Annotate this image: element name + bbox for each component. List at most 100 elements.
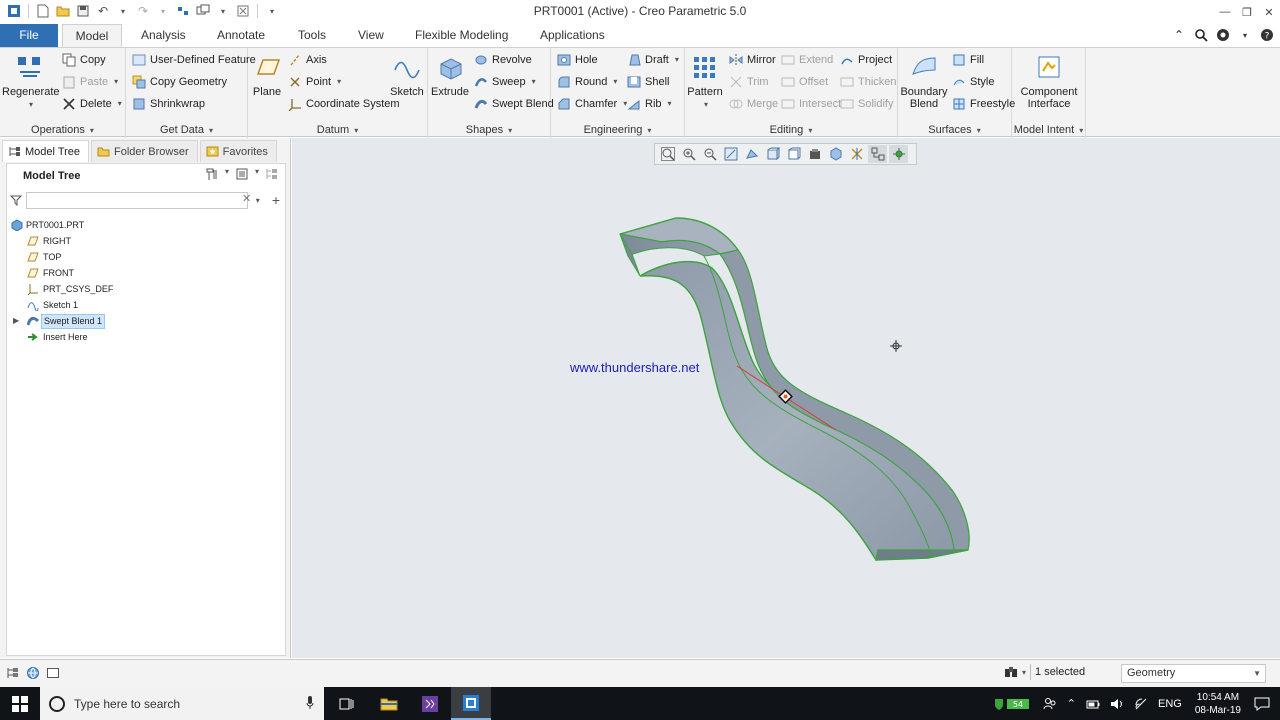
regenerate-button[interactable]: Regenerate ▾ — [2, 52, 60, 110]
tab-view[interactable]: View — [348, 24, 394, 47]
group-label-surfaces[interactable]: Surfaces ▾ — [898, 124, 1011, 136]
paste-button[interactable]: Paste ▾ — [62, 72, 118, 92]
tree-search-input[interactable] — [25, 191, 248, 209]
hole-button[interactable]: Hole — [557, 50, 598, 70]
boundary-blend-button[interactable]: Boundary Blend — [898, 52, 950, 110]
trim-button[interactable]: Trim — [729, 72, 769, 92]
filter-dropdown-icon[interactable]: ▾ — [256, 196, 260, 205]
swept-blend-model[interactable] — [292, 138, 1280, 658]
graphics-window[interactable]: www.thundershare.net — [292, 138, 1280, 658]
delete-dropdown-icon[interactable]: ▾ — [118, 94, 122, 114]
tree-settings-dropdown-icon[interactable]: ▾ — [225, 167, 229, 184]
security-icon[interactable]: 54 — [993, 697, 1033, 711]
mirror-button[interactable]: Mirror — [729, 50, 776, 70]
help-center-icon[interactable] — [1214, 27, 1232, 43]
help-icon[interactable]: ? — [1258, 27, 1276, 43]
component-interface-button[interactable]: Component Interface — [1014, 52, 1084, 110]
draft-button[interactable]: Draft ▾ — [627, 50, 679, 70]
point-button[interactable]: Point ▾ — [288, 72, 341, 92]
extend-button[interactable]: Extend — [781, 50, 833, 70]
find-icon[interactable] — [1004, 665, 1018, 679]
start-button[interactable] — [0, 687, 40, 720]
restore-icon[interactable]: ❐ — [1236, 0, 1258, 24]
thicken-button[interactable]: Thicken — [840, 72, 897, 92]
style-button[interactable]: Style — [952, 72, 994, 92]
language-indicator[interactable]: ENG — [1158, 698, 1182, 710]
regenerate-dropdown-icon[interactable]: ▾ — [29, 100, 33, 109]
selected-count[interactable]: 1 selected — [1035, 666, 1085, 678]
sweep-dropdown-icon[interactable]: ▾ — [532, 72, 536, 92]
tab-applications[interactable]: Applications — [530, 24, 615, 47]
solidify-button[interactable]: Solidify — [840, 94, 893, 114]
people-icon[interactable] — [1043, 697, 1057, 711]
tree-item[interactable]: PRT0001.PRT — [7, 217, 285, 233]
offset-button[interactable]: Offset — [781, 72, 828, 92]
tree-item[interactable]: Insert Here — [7, 329, 285, 345]
file-explorer-button[interactable] — [369, 687, 409, 720]
task-view-button[interactable] — [327, 687, 367, 720]
selection-dropdown-icon[interactable]: ▾ — [1022, 668, 1026, 677]
help-dropdown-icon[interactable]: ▾ — [1236, 27, 1254, 43]
merge-button[interactable]: Merge — [729, 94, 778, 114]
expand-icon[interactable]: ▶ — [13, 313, 19, 329]
tab-annotate[interactable]: Annotate — [207, 24, 275, 47]
round-dropdown-icon[interactable]: ▾ — [613, 72, 617, 92]
tab-favorites[interactable]: Favorites — [199, 140, 277, 162]
tray-chevron-up-icon[interactable]: ⌃ — [1067, 697, 1076, 710]
group-label-datum[interactable]: Datum ▾ — [248, 124, 427, 136]
show-dropdown-icon[interactable]: ▾ — [255, 167, 259, 184]
shell-button[interactable]: Shell — [627, 72, 669, 92]
browser-icon[interactable] — [26, 666, 40, 680]
tab-model[interactable]: Model — [62, 24, 122, 47]
search-icon[interactable] — [1192, 27, 1210, 43]
paste-dropdown-icon[interactable]: ▾ — [114, 72, 118, 92]
point-dropdown-icon[interactable]: ▾ — [337, 72, 341, 92]
toggle-navigator-icon[interactable] — [6, 666, 20, 680]
tab-tools[interactable]: Tools — [288, 24, 336, 47]
fill-button[interactable]: Fill — [952, 50, 984, 70]
group-label-get-data[interactable]: Get Data ▾ — [126, 124, 247, 136]
selection-filter-select[interactable]: Geometry ▼ — [1121, 664, 1266, 683]
group-label-model-intent[interactable]: Model Intent ▾ — [1012, 124, 1085, 136]
tree-item[interactable]: Sketch 1 — [7, 297, 285, 313]
battery-icon[interactable] — [1086, 698, 1100, 710]
tree-item[interactable]: TOP — [7, 249, 285, 265]
intersect-button[interactable]: Intersect — [781, 94, 841, 114]
add-filter-icon[interactable]: + — [272, 192, 280, 208]
rib-dropdown-icon[interactable]: ▾ — [668, 94, 672, 114]
delete-button[interactable]: Delete ▾ — [62, 94, 122, 114]
copy-button[interactable]: Copy — [62, 50, 106, 70]
sweep-button[interactable]: Sweep ▾ — [474, 72, 536, 92]
axis-button[interactable]: Axis — [288, 50, 327, 70]
tree-item[interactable]: FRONT — [7, 265, 285, 281]
tab-flexible-modeling[interactable]: Flexible Modeling — [405, 24, 518, 47]
tab-analysis[interactable]: Analysis — [131, 24, 196, 47]
tab-model-tree[interactable]: Model Tree — [2, 140, 90, 162]
close-icon[interactable]: ✕ — [1258, 0, 1280, 24]
volume-icon[interactable] — [1110, 698, 1124, 710]
group-label-shapes[interactable]: Shapes ▾ — [428, 124, 550, 136]
tab-folder-browser[interactable]: Folder Browser — [91, 140, 198, 162]
full-screen-icon[interactable] — [46, 666, 60, 680]
system-clock[interactable]: 10:54 AM 08-Mar-19 — [1195, 691, 1241, 717]
tab-file[interactable]: File — [0, 24, 58, 47]
show-icon[interactable] — [235, 167, 249, 184]
group-label-operations[interactable]: Operations ▾ — [0, 124, 125, 136]
tree-item[interactable]: PRT_CSYS_DEF — [7, 281, 285, 297]
group-label-editing[interactable]: Editing ▾ — [685, 124, 897, 136]
notifications-icon[interactable] — [1254, 697, 1270, 711]
project-button[interactable]: Project — [840, 50, 892, 70]
visual-studio-button[interactable] — [410, 687, 450, 720]
shrinkwrap-button[interactable]: Shrinkwrap — [132, 94, 205, 114]
end-cap-lower[interactable] — [875, 549, 969, 561]
pattern-button[interactable]: Pattern ▾ — [679, 52, 731, 110]
tree-item[interactable]: RIGHT — [7, 233, 285, 249]
freestyle-button[interactable]: Freestyle — [952, 94, 1015, 114]
tree-item-selected[interactable]: ▶ Swept Blend 1 — [7, 313, 285, 329]
filter-icon[interactable] — [10, 194, 22, 206]
taskbar-search[interactable]: Type here to search — [40, 687, 324, 720]
tree-columns-icon[interactable] — [265, 167, 279, 184]
chamfer-button[interactable]: Chamfer ▾ — [557, 94, 627, 114]
creo-taskbar-button[interactable] — [451, 687, 491, 720]
round-button[interactable]: Round ▾ — [557, 72, 617, 92]
